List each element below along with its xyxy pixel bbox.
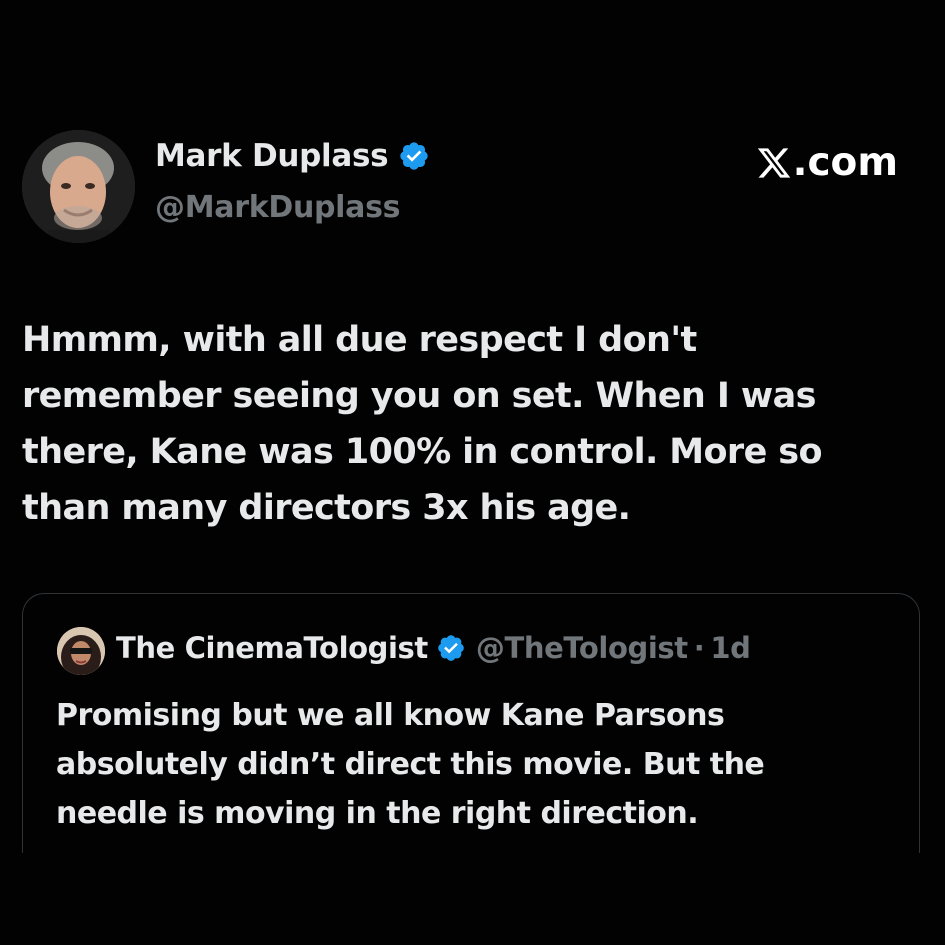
quoted-author-display-name[interactable]: The CinemaTologist — [116, 631, 428, 665]
author-avatar-image — [22, 130, 135, 243]
quoted-tweet-line: absolutely didn’t direct this movie. But… — [56, 747, 765, 782]
quoted-tweet-header: The CinemaTologist @TheTologist · 1d — [116, 631, 751, 665]
verified-badge-icon — [398, 140, 430, 172]
author-avatar[interactable] — [22, 130, 135, 243]
x-brand-mark: .com — [756, 140, 898, 185]
tweet-line: there, Kane was 100% in control. More so — [22, 432, 823, 472]
quoted-author-handle[interactable]: @TheTologist — [476, 631, 688, 665]
separator-dot: · — [693, 631, 705, 665]
quoted-tweet[interactable]: The CinemaTologist @TheTologist · 1d Pro… — [22, 593, 920, 853]
verified-badge-icon — [436, 633, 466, 663]
author-handle[interactable]: @MarkDuplass — [155, 190, 401, 225]
quoted-tweet-timestamp[interactable]: 1d — [710, 631, 751, 665]
quoted-tweet-line: Promising but we all know Kane Parsons — [56, 698, 725, 733]
quoted-tweet-body: Promising but we all know Kane Parsons a… — [56, 691, 906, 838]
brand-domain-label: .com — [792, 140, 898, 185]
author-display-name[interactable]: Mark Duplass — [155, 138, 389, 174]
tweet-card: Mark Duplass @MarkDuplass .com Hmmm, wit… — [0, 0, 945, 945]
x-logo-icon — [756, 145, 792, 181]
quoted-author-avatar-image — [57, 627, 105, 675]
quoted-author-avatar[interactable] — [57, 627, 105, 675]
tweet-line: Hmmm, with all due respect I don't — [22, 320, 697, 360]
tweet-line: remember seeing you on set. When I was — [22, 376, 816, 416]
author-name-row: Mark Duplass — [155, 138, 430, 174]
tweet-line: than many directors 3x his age. — [22, 488, 631, 528]
tweet-body: Hmmm, with all due respect I don't remem… — [22, 312, 922, 536]
quoted-tweet-line: needle is moving in the right direction. — [56, 796, 699, 831]
